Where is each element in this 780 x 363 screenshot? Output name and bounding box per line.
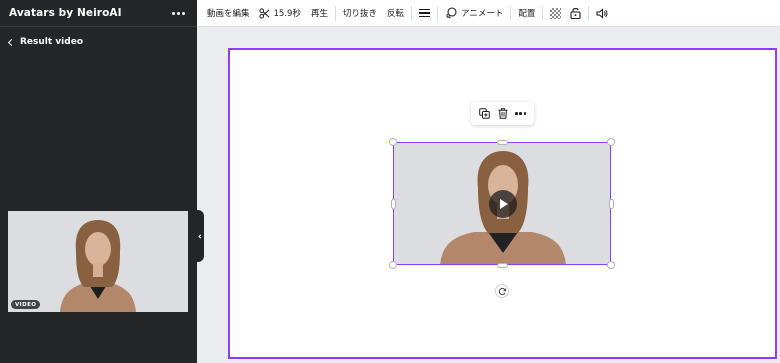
chevron-left-icon (198, 233, 203, 239)
trash-icon (498, 108, 508, 119)
duplicate-button[interactable] (479, 108, 490, 119)
playback-label: 再生 (310, 9, 328, 19)
resize-handle-bottom-right[interactable] (607, 261, 615, 269)
divider (510, 5, 512, 21)
more-actions-button[interactable] (515, 112, 527, 115)
volume-icon (596, 7, 608, 19)
avatar-video-element[interactable] (393, 142, 611, 265)
animate-button[interactable]: アニメート (445, 7, 503, 19)
resize-handle-top-right[interactable] (607, 138, 615, 146)
animate-icon (446, 7, 457, 19)
duration-label: 15.9秒 (273, 9, 301, 19)
edit-video-button[interactable]: 動画を編集 (207, 7, 250, 19)
more-icon (515, 112, 518, 115)
back-to-result-button[interactable]: Result video (7, 37, 83, 47)
divider (411, 5, 412, 21)
element-context-menu (471, 102, 534, 125)
lock-icon (570, 8, 581, 19)
avatar-figure-thumb (8, 211, 188, 312)
app-title: Avatars by NeiroAI (9, 7, 122, 19)
play-icon (500, 199, 508, 209)
sidebar-header: Avatars by NeiroAI (0, 0, 197, 27)
animate-label: アニメート (461, 9, 504, 19)
edit-video-label: 動画を編集 (207, 9, 250, 19)
border-style-button[interactable] (419, 8, 430, 18)
divider (542, 5, 544, 21)
video-thumbnail[interactable]: VIDEO (8, 211, 188, 312)
lock-button[interactable] (570, 7, 581, 19)
transparency-icon (550, 7, 562, 19)
position-button[interactable]: 配置 (518, 7, 535, 19)
flip-button[interactable]: 反転 (387, 7, 404, 19)
scissors-icon (258, 7, 269, 19)
resize-handle-bottom[interactable] (497, 263, 508, 268)
divider (334, 5, 336, 21)
rotate-handle[interactable] (495, 284, 509, 298)
resize-handle-top-left[interactable] (389, 138, 397, 146)
crop-button[interactable]: 切り抜き (343, 7, 377, 19)
volume-button[interactable] (596, 7, 608, 19)
playback-button[interactable]: 再生 (311, 7, 328, 19)
duplicate-icon (479, 108, 490, 119)
resize-handle-bottom-left[interactable] (389, 261, 397, 269)
collapse-panel-button[interactable] (196, 210, 204, 262)
resize-handle-right[interactable] (609, 199, 614, 209)
resize-handle-left[interactable] (391, 199, 396, 209)
back-label: Result video (20, 37, 83, 47)
line-style-icon (419, 8, 430, 18)
divider (588, 5, 590, 21)
flip-label: 反転 (386, 9, 404, 19)
play-button[interactable] (489, 190, 517, 218)
more-icon (172, 11, 175, 15)
trim-button[interactable]: 15.9秒 (258, 7, 301, 19)
resize-handle-top[interactable] (497, 140, 508, 145)
position-label: 配置 (518, 9, 536, 19)
transparency-button[interactable] (550, 7, 562, 19)
rotate-icon (498, 287, 506, 295)
chevron-left-icon (7, 38, 16, 46)
editor-toolbar: 動画を編集 15.9秒 再生 切り抜き 反転 アニメート 配置 (197, 0, 780, 27)
delete-button[interactable] (498, 108, 508, 119)
sidebar-panel: Avatars by NeiroAI Result video VIDEO (0, 0, 197, 363)
crop-label: 切り抜き (342, 9, 377, 19)
divider (437, 5, 438, 21)
more-options-button[interactable] (170, 10, 187, 17)
video-badge: VIDEO (11, 300, 41, 309)
